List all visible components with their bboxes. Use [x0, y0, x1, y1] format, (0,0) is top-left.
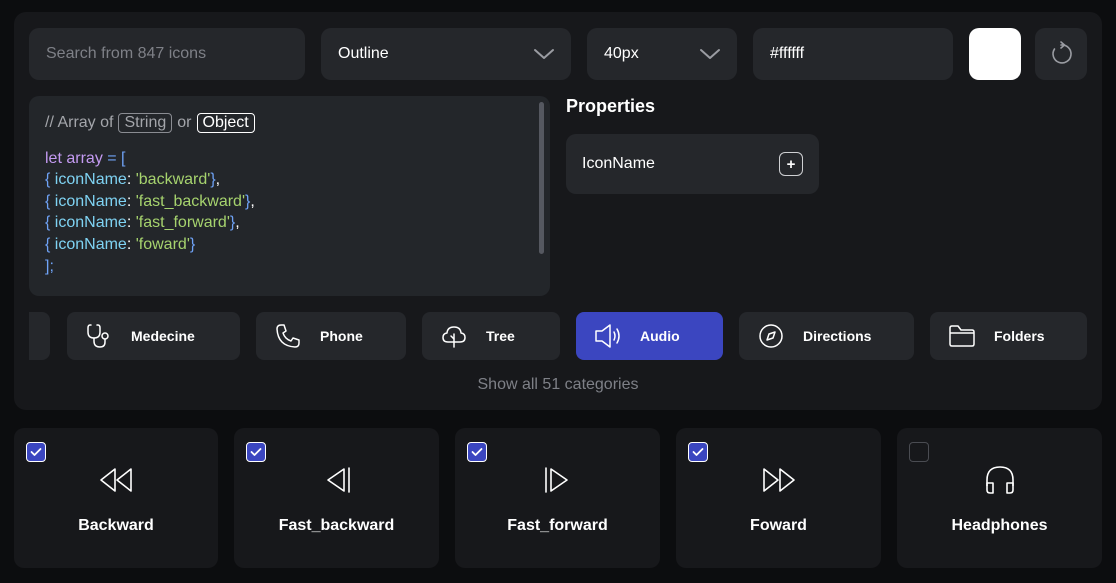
- chevron-down-icon: [700, 49, 720, 59]
- category-label: Folders: [994, 328, 1045, 344]
- add-property-button[interactable]: +: [779, 152, 803, 176]
- headphones-icon: [897, 464, 1102, 496]
- code-line: { iconName: 'backward'},: [45, 171, 221, 189]
- object-type-tag[interactable]: Object: [196, 112, 255, 133]
- code-line: { iconName: 'fast_backward'},: [45, 192, 255, 210]
- code-line: { iconName: 'foward'}: [45, 235, 196, 253]
- speaker-icon: [576, 322, 640, 350]
- code-variable: array: [66, 149, 103, 167]
- code-comment: // Array of String or Object: [45, 112, 534, 134]
- string-type-tag[interactable]: String: [118, 112, 173, 133]
- checkbox[interactable]: [688, 442, 708, 462]
- category-tree[interactable]: Tree: [422, 312, 560, 360]
- code-bracket: = [: [102, 149, 126, 167]
- icon-card-label: Fast_backward: [278, 517, 395, 534]
- category-audio[interactable]: Audio: [576, 312, 723, 360]
- code-keyword: let: [45, 149, 62, 167]
- icon-card-fast-forward[interactable]: Fast_forward: [455, 428, 660, 568]
- search-placeholder: Search from 847 icons: [46, 45, 207, 62]
- tree-icon: [422, 322, 486, 350]
- color-input-value: #ffffff: [770, 45, 805, 62]
- category-phone[interactable]: Phone: [256, 312, 406, 360]
- size-select[interactable]: 40px: [587, 28, 737, 80]
- code-string: fast_forward: [138, 214, 227, 232]
- color-input[interactable]: #ffffff: [753, 28, 953, 80]
- icon-card-fast-backward[interactable]: Fast_backward: [234, 428, 439, 568]
- category-label: Audio: [640, 328, 680, 344]
- check-icon: [250, 448, 262, 456]
- code-key: iconName: [54, 214, 127, 232]
- category-label: Medecine: [131, 328, 195, 344]
- icon-card-foward[interactable]: Foward: [676, 428, 881, 568]
- icon-card-label: Foward: [750, 517, 807, 534]
- check-icon: [692, 448, 704, 456]
- checkbox[interactable]: [26, 442, 46, 462]
- style-select-value: Outline: [338, 45, 389, 62]
- icon-card-backward[interactable]: Backward: [14, 428, 218, 568]
- code-line: { iconName: 'fast_forward'},: [45, 214, 240, 232]
- code-string: backward: [138, 171, 208, 189]
- icon-card-label: Headphones: [951, 517, 1048, 534]
- code-key: iconName: [54, 171, 127, 189]
- compass-icon: [739, 322, 803, 350]
- chevron-down-icon: [534, 49, 554, 59]
- fast-backward-icon: [234, 464, 439, 496]
- folder-icon: [930, 323, 994, 349]
- code-key: iconName: [54, 235, 127, 253]
- category-item-partial[interactable]: [29, 312, 50, 360]
- search-input[interactable]: Search from 847 icons: [29, 28, 305, 80]
- checkbox[interactable]: [246, 442, 266, 462]
- check-icon: [471, 448, 483, 456]
- code-line: let array = [: [45, 148, 534, 170]
- checkbox[interactable]: [467, 442, 487, 462]
- icon-card-label: Backward: [78, 517, 154, 534]
- category-label: Directions: [803, 328, 872, 344]
- reset-icon: [1052, 41, 1072, 64]
- style-select[interactable]: Outline: [321, 28, 571, 80]
- checkbox[interactable]: [909, 442, 929, 462]
- code-preview: // Array of String or Object let array =…: [29, 96, 550, 296]
- fast-forward-icon: [455, 464, 660, 496]
- code-scrollbar[interactable]: [539, 102, 544, 254]
- code-key: iconName: [54, 192, 127, 210]
- code-close: ];: [45, 257, 54, 275]
- code-string: fast_backward: [138, 192, 242, 210]
- code-string: foward: [138, 235, 187, 253]
- reset-button[interactable]: [1035, 28, 1087, 80]
- category-label: Phone: [320, 328, 363, 344]
- icon-card-headphones[interactable]: Headphones: [897, 428, 1102, 568]
- category-folders[interactable]: Folders: [930, 312, 1087, 360]
- stethoscope-icon: [67, 322, 131, 350]
- show-all-categories-link[interactable]: Show all 51 categories: [29, 376, 1087, 394]
- code-or-text: or: [177, 114, 192, 131]
- category-directions[interactable]: Directions: [739, 312, 914, 360]
- color-swatch[interactable]: [969, 28, 1021, 80]
- check-icon: [30, 448, 42, 456]
- properties-title: Properties: [566, 96, 656, 116]
- property-iconname: IconName +: [566, 134, 819, 194]
- icon-card-label: Fast_forward: [507, 517, 608, 534]
- property-label: IconName: [582, 155, 655, 172]
- backward-icon: [14, 464, 218, 496]
- size-select-value: 40px: [604, 45, 639, 62]
- code-comment-text: // Array of: [45, 114, 114, 131]
- category-medecine[interactable]: Medecine: [67, 312, 240, 360]
- forward-icon: [676, 464, 881, 496]
- category-label: Tree: [486, 328, 515, 344]
- phone-icon: [256, 322, 320, 350]
